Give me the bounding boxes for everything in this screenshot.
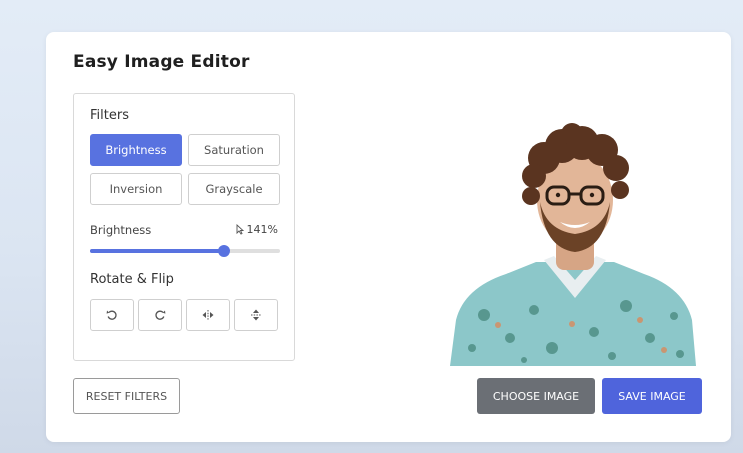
rotate-right-icon xyxy=(155,310,166,320)
brightness-slider[interactable] xyxy=(90,245,280,257)
rotate-left-button[interactable] xyxy=(90,299,134,331)
slider-thumb[interactable] xyxy=(217,245,230,257)
filter-saturation-button[interactable]: Saturation xyxy=(188,134,280,166)
rotate-right-button[interactable] xyxy=(138,299,182,331)
image-preview xyxy=(444,110,706,366)
filter-inversion-button[interactable]: Inversion xyxy=(90,173,182,205)
filter-brightness-button[interactable]: Brightness xyxy=(90,134,182,166)
cursor-icon xyxy=(236,224,244,235)
rotate-left-icon xyxy=(106,310,117,320)
choose-image-button[interactable]: CHOOSE IMAGE xyxy=(477,378,595,414)
reset-filters-button[interactable]: RESET FILTERS xyxy=(73,378,180,414)
slider-fill xyxy=(90,249,224,253)
flip-vertical-button[interactable] xyxy=(234,299,278,331)
save-image-button[interactable]: SAVE IMAGE xyxy=(602,378,702,414)
page-title: Easy Image Editor xyxy=(73,52,250,72)
flip-horizontal-button[interactable] xyxy=(186,299,230,331)
flip-vertical-icon xyxy=(251,309,261,321)
flip-horizontal-icon xyxy=(202,310,214,320)
editor-card: Easy Image Editor Filters Brightness Sat… xyxy=(46,32,731,442)
rotate-heading: Rotate & Flip xyxy=(90,272,174,287)
person-photo xyxy=(450,123,696,366)
slider-value-text: 141% xyxy=(246,223,278,236)
filter-grayscale-button[interactable]: Grayscale xyxy=(188,173,280,205)
slider-value: 141% xyxy=(235,223,278,236)
controls-panel: Filters Brightness Saturation Inversion … xyxy=(73,93,295,361)
filters-heading: Filters xyxy=(90,108,129,123)
slider-label: Brightness xyxy=(90,223,152,237)
